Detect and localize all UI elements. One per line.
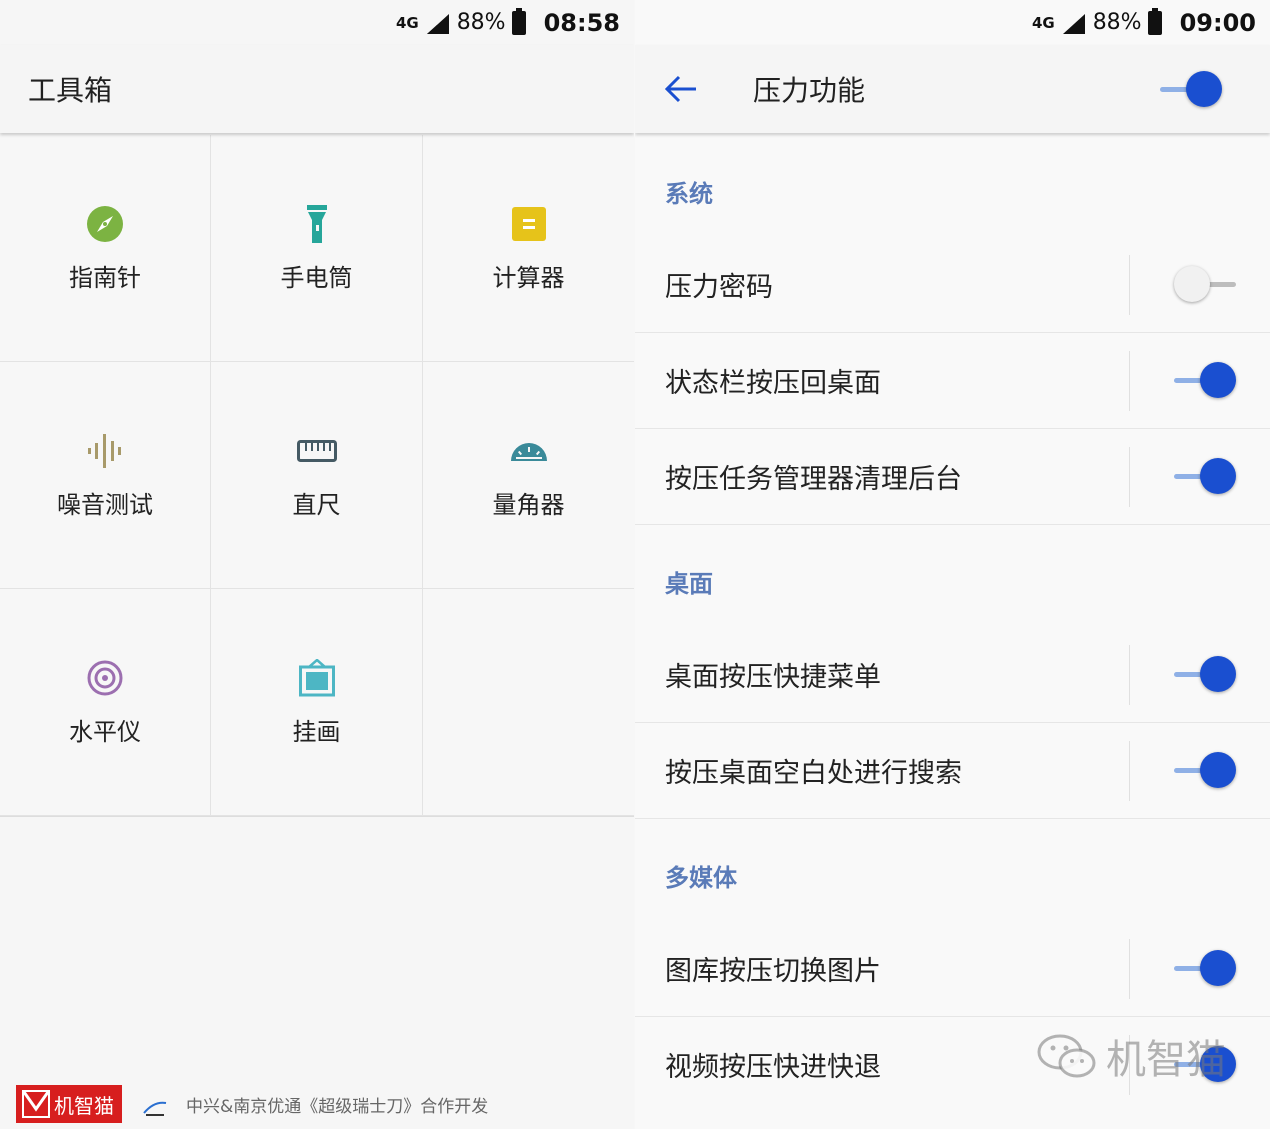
setting-row[interactable]: 状态栏按压回桌面 [635, 333, 1270, 429]
ruler-icon [296, 431, 337, 471]
network-type: 4G [395, 13, 419, 32]
section-header-desktop: 桌面 [665, 569, 713, 598]
back-arrow-icon[interactable] [665, 71, 701, 107]
footer: 机智猫 中兴&南京优通《超级瑞士刀》合作开发 [0, 1081, 634, 1129]
tool-label: 计算器 [492, 263, 565, 292]
setting-row[interactable]: 压力密码 [635, 237, 1270, 333]
pressure-feature-screen: 4G 88% 09:00 压力功能 系统 压力密码 状态栏按压回桌面 按压任务管… [635, 0, 1270, 1129]
page-title: 工具箱 [28, 74, 113, 107]
tool-label: 挂画 [292, 717, 341, 746]
calculator-icon [509, 204, 549, 244]
battery-percent: 88% [1092, 10, 1142, 35]
toggle-switch[interactable] [1174, 752, 1236, 788]
empty-tile [423, 589, 634, 816]
setting-row[interactable]: 图库按压切换图片 [635, 921, 1270, 1017]
flashlight-icon [297, 204, 337, 244]
section-header-multimedia: 多媒体 [665, 863, 737, 892]
toggle-switch[interactable] [1174, 656, 1236, 692]
page-title: 压力功能 [753, 74, 866, 107]
battery-icon [1147, 7, 1162, 35]
divider [1129, 447, 1130, 507]
setting-row[interactable]: 按压任务管理器清理后台 [635, 429, 1270, 525]
divider [1129, 255, 1130, 315]
setting-label: 视频按压快进快退 [665, 1052, 881, 1083]
app-bar: 压力功能 [635, 45, 1270, 133]
tool-noise-test[interactable]: 噪音测试 [0, 362, 211, 589]
setting-row[interactable]: 按压桌面空白处进行搜索 [635, 723, 1270, 819]
watermark-text: 机智猫 [1106, 1037, 1226, 1083]
section-header-system: 系统 [665, 179, 713, 208]
brand-logo-text: 机智猫 [54, 1093, 114, 1118]
tool-ruler[interactable]: 直尺 [211, 362, 423, 589]
status-bar: 4G 88% 08:58 [0, 0, 634, 45]
sound-wave-icon [85, 431, 125, 471]
tool-picture-frame[interactable]: 挂画 [211, 589, 423, 816]
battery-icon [511, 7, 526, 35]
toggle-switch[interactable] [1174, 458, 1236, 494]
partner-logo-icon [143, 1101, 167, 1116]
setting-label: 状态栏按压回桌面 [665, 368, 881, 399]
toggle-switch[interactable] [1174, 362, 1236, 398]
tool-label: 直尺 [292, 490, 341, 519]
tool-protractor[interactable]: 量角器 [423, 362, 634, 589]
network-type: 4G [1031, 13, 1055, 32]
tool-label: 量角器 [492, 490, 565, 519]
toolbox-screen: 4G 88% 08:58 工具箱 指南针 手电筒 计算器 噪音测试 直尺 量角器… [0, 0, 634, 1129]
brand-logo-mark-icon [22, 1090, 50, 1118]
tool-label: 手电筒 [280, 263, 353, 292]
divider [1129, 351, 1130, 411]
divider [1129, 939, 1130, 999]
watermark: 机智猫 [1036, 1027, 1226, 1085]
toggle-switch[interactable] [1174, 266, 1236, 302]
tool-label: 指南针 [69, 263, 141, 292]
tool-label: 水平仪 [69, 717, 141, 746]
footer-credit: 中兴&南京优通《超级瑞士刀》合作开发 [186, 1097, 489, 1117]
signal-icon [425, 12, 451, 34]
switch-thumb [1186, 71, 1222, 107]
tool-grid: 指南针 手电筒 计算器 噪音测试 直尺 量角器 水平仪 挂画 [0, 135, 634, 817]
brand-logo: 机智猫 [16, 1085, 122, 1123]
setting-label: 图库按压切换图片 [665, 956, 881, 987]
battery-percent: 88% [456, 10, 506, 35]
setting-label: 按压任务管理器清理后台 [665, 464, 962, 495]
tool-label: 噪音测试 [57, 490, 153, 519]
tool-compass[interactable]: 指南针 [0, 135, 211, 362]
tool-level[interactable]: 水平仪 [0, 589, 211, 816]
toggle-switch[interactable] [1174, 950, 1236, 986]
app-bar: 工具箱 [0, 45, 634, 133]
clock: 09:00 [1179, 8, 1256, 37]
compass-icon [85, 204, 125, 244]
tool-flashlight[interactable]: 手电筒 [211, 135, 423, 362]
wechat-icon [1037, 1034, 1096, 1078]
protractor-icon [509, 431, 549, 471]
status-bar: 4G 88% 09:00 [635, 0, 1270, 45]
divider [1129, 645, 1130, 705]
divider [1129, 741, 1130, 801]
settings-list: 系统 压力密码 状态栏按压回桌面 按压任务管理器清理后台 桌面 桌面按压快捷菜单… [635, 135, 1270, 1112]
setting-label: 桌面按压快捷菜单 [665, 662, 881, 693]
master-toggle[interactable] [1160, 71, 1222, 107]
clock: 08:58 [543, 8, 620, 37]
signal-icon [1061, 12, 1087, 34]
picture-frame-icon [297, 658, 337, 698]
setting-label: 按压桌面空白处进行搜索 [665, 758, 962, 789]
setting-row[interactable]: 桌面按压快捷菜单 [635, 627, 1270, 723]
tool-calculator[interactable]: 计算器 [423, 135, 634, 362]
level-target-icon [85, 658, 125, 698]
setting-label: 压力密码 [665, 272, 773, 303]
